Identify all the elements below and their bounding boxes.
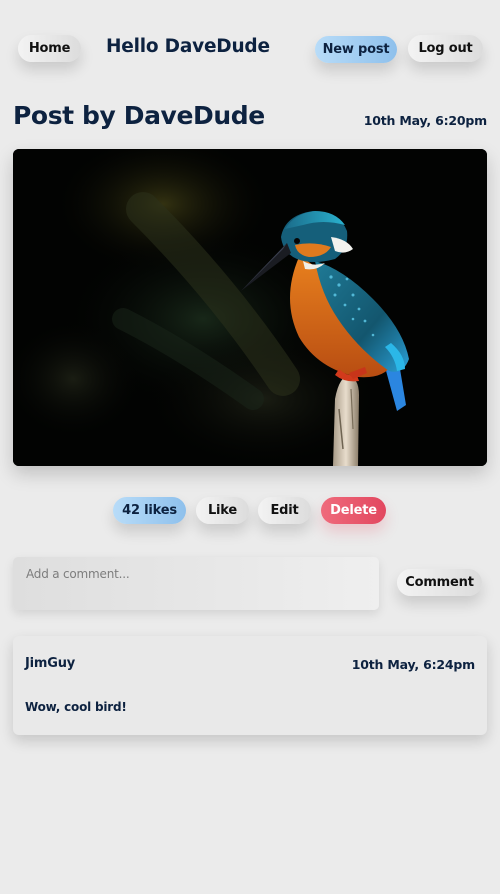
greeting-title: Hello DaveDude (106, 36, 270, 57)
comment-submit-button[interactable]: Comment (397, 569, 482, 596)
top-nav: Home Hello DaveDude New post Log out (0, 0, 500, 100)
new-post-button[interactable]: New post (315, 36, 397, 63)
comment-input[interactable] (13, 557, 379, 610)
logout-button[interactable]: Log out (408, 35, 483, 62)
comment-text: Wow, cool bird! (25, 700, 127, 714)
comment-timestamp: 10th May, 6:24pm (351, 657, 475, 672)
home-button[interactable]: Home (18, 35, 81, 62)
likes-count-button[interactable]: 42 likes (113, 497, 186, 524)
edit-button[interactable]: Edit (258, 497, 311, 524)
post-image (13, 149, 487, 466)
comment-card: JimGuy 10th May, 6:24pm Wow, cool bird! (13, 636, 487, 735)
comment-author: JimGuy (25, 656, 76, 671)
kingfisher-illustration (13, 149, 487, 466)
post-timestamp: 10th May, 6:20pm (363, 113, 487, 128)
like-button[interactable]: Like (196, 497, 249, 524)
post-title: Post by DaveDude (13, 101, 265, 130)
delete-button[interactable]: Delete (321, 497, 386, 524)
